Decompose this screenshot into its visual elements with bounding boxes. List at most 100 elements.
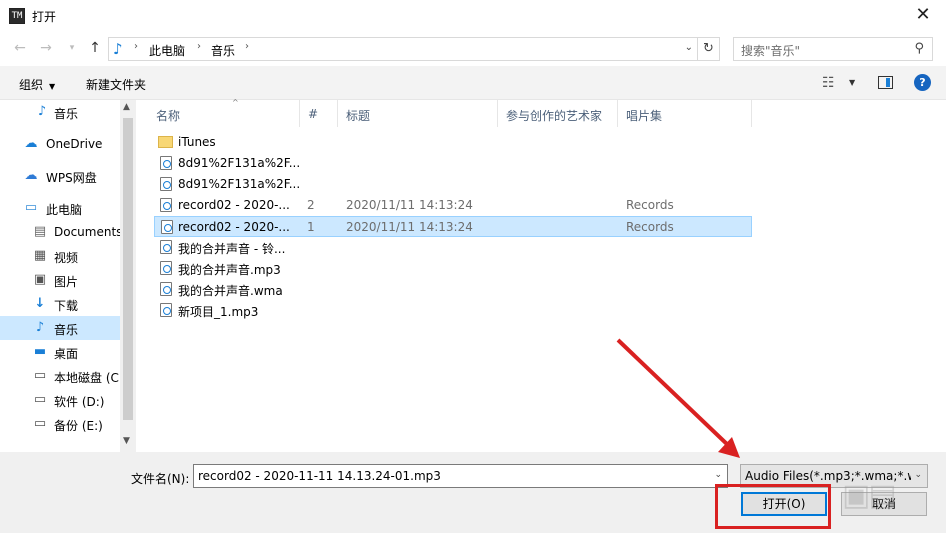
scroll-up-icon[interactable]: ▲ (123, 102, 130, 112)
refresh-icon[interactable]: ↻ (698, 37, 720, 61)
recent-locations-chevron-icon[interactable]: ▾ (62, 38, 82, 58)
audio-file-icon (160, 303, 172, 317)
new-folder-button[interactable]: 新建文件夹 (86, 76, 146, 93)
scrollbar-thumb[interactable] (123, 118, 133, 420)
list-item[interactable]: 新项目_1.mp3 (154, 300, 752, 321)
sidebar-item-drive-d[interactable]: ▭ 软件 (D:) (0, 388, 120, 412)
music-note-icon: ♪ (113, 40, 123, 58)
sidebar-item-label: 本地磁盘 (C (54, 371, 119, 385)
organize-button[interactable]: 组织 ▼ (19, 76, 55, 93)
command-toolbar: 组织 ▼ 新建文件夹 ☷ ▼ ? (0, 66, 946, 100)
file-name: 新项目_1.mp3 (178, 305, 259, 319)
breadcrumb-separator-icon[interactable]: › (197, 41, 201, 52)
sidebar-item-label: 下载 (54, 299, 79, 313)
search-input[interactable]: 搜索"音乐" ⚲ (733, 37, 933, 61)
chevron-down-icon: ▼ (49, 82, 56, 91)
navigation-bar: ← → ▾ ↑ ♪ › 此电脑 › 音乐 › ⌄ ↻ 搜索"音乐" ⚲ (0, 32, 946, 66)
drive-icon: ▭ (33, 368, 47, 383)
annotation-highlight-box (715, 484, 831, 529)
list-item[interactable]: 8d91%2F131a%2F... (154, 153, 752, 174)
column-header-album[interactable]: 唱片集 (618, 100, 752, 127)
help-icon[interactable]: ? (914, 74, 931, 91)
list-item[interactable]: 我的合并声音 - 铃... (154, 237, 752, 258)
column-header-name[interactable]: 名称 ^ (148, 98, 300, 127)
app-icon: TM (9, 8, 25, 24)
address-dropdown-icon[interactable]: ⌄ (685, 42, 693, 53)
sidebar-item-label: 音乐 (54, 107, 79, 121)
address-bar[interactable]: ♪ › 此电脑 › 音乐 › ⌄ (108, 37, 698, 61)
document-icon: ▤ (33, 224, 47, 239)
music-note-icon: ♪ (37, 104, 47, 119)
preview-pane-icon[interactable] (878, 76, 893, 89)
cloud-icon: ☁ (24, 136, 38, 151)
back-arrow-icon[interactable]: ← (10, 38, 30, 58)
sidebar-item-videos[interactable]: ▦ 视频 (0, 244, 120, 268)
watermark-logo: ▣▤ (842, 478, 897, 513)
filename-field[interactable]: record02 - 2020-11-11 14.13.24-01.mp3 ⌄ (193, 464, 728, 488)
sidebar-item-label: 视频 (54, 251, 79, 265)
sidebar-item-label: 软件 (D:) (54, 395, 105, 409)
breadcrumb-separator-icon[interactable]: › (134, 41, 138, 52)
sidebar-item-label: 此电脑 (46, 203, 83, 217)
sidebar-item-label: Documents (54, 225, 120, 239)
audio-file-icon (160, 240, 172, 254)
breadcrumb-separator-icon[interactable]: › (245, 41, 249, 52)
list-item[interactable]: 8d91%2F131a%2F... (154, 174, 752, 195)
audio-file-icon (160, 177, 172, 191)
sidebar-item-drive-c[interactable]: ▭ 本地磁盘 (C (0, 364, 120, 388)
column-header-number[interactable]: # (300, 100, 338, 127)
breadcrumb-music[interactable]: 音乐 (211, 42, 235, 59)
sidebar-item-label: 桌面 (54, 347, 79, 361)
sidebar-item-music-quick[interactable]: ♪ 音乐 (0, 100, 120, 124)
sidebar-item-label: OneDrive (46, 137, 103, 151)
sidebar-item-onedrive[interactable]: ☁ OneDrive (0, 132, 120, 156)
scroll-down-icon[interactable]: ▼ (123, 436, 130, 446)
file-name: 我的合并声音.wma (178, 284, 283, 298)
sidebar-item-this-pc[interactable]: ▭ 此电脑 (0, 196, 120, 220)
sidebar-item-drive-e[interactable]: ▭ 备份 (E:) (0, 412, 120, 436)
sidebar-item-label: 图片 (54, 275, 79, 289)
audio-file-icon (160, 156, 172, 170)
close-icon[interactable]: ✕ (900, 0, 946, 32)
list-item-selected[interactable]: record02 - 2020-... 1 2020/11/11 14:13:2… (154, 216, 752, 237)
sidebar-item-wps[interactable]: ☁ WPS网盘 (0, 164, 120, 188)
file-name: 我的合并声音.mp3 (178, 263, 281, 277)
forward-arrow-icon[interactable]: → (36, 38, 56, 58)
up-arrow-icon[interactable]: ↑ (85, 38, 105, 58)
list-item[interactable]: record02 - 2020-... 2 2020/11/11 14:13:2… (154, 195, 752, 216)
file-name: 8d91%2F131a%2F... (178, 156, 301, 170)
file-name: record02 - 2020-... (178, 198, 290, 212)
file-name: 我的合并声音 - 铃... (178, 242, 286, 256)
sidebar-scrollbar[interactable]: ▲ ▼ (120, 100, 136, 452)
list-item[interactable]: 我的合并声音.wma (154, 279, 752, 300)
sidebar-item-downloads[interactable]: ↓ 下载 (0, 292, 120, 316)
sidebar-item-label: 音乐 (54, 323, 79, 337)
column-header-artist[interactable]: 参与创作的艺术家 (498, 100, 618, 127)
sidebar-item-label: WPS网盘 (46, 171, 97, 185)
breadcrumb-this-pc[interactable]: 此电脑 (149, 42, 185, 59)
chevron-down-icon: ⌄ (914, 470, 922, 480)
sidebar-item-label: 备份 (E:) (54, 419, 103, 433)
organize-label: 组织 (19, 78, 44, 92)
search-icon[interactable]: ⚲ (914, 41, 924, 56)
file-title: 2020/11/11 14:13:24 (346, 198, 473, 212)
chevron-down-icon[interactable]: ⌄ (714, 470, 722, 480)
list-item[interactable]: iTunes (154, 132, 752, 153)
filename-label: 文件名(N): (131, 472, 190, 486)
list-item[interactable]: 我的合并声音.mp3 (154, 258, 752, 279)
file-track-number: 1 (307, 220, 315, 234)
file-title: 2020/11/11 14:13:24 (346, 220, 473, 234)
sidebar-item-desktop[interactable]: ▬ 桌面 (0, 340, 120, 364)
title-bar: TM 打开 ✕ (0, 0, 946, 32)
drive-icon: ▭ (33, 416, 47, 431)
chevron-down-icon[interactable]: ▼ (849, 78, 855, 87)
audio-file-icon (160, 282, 172, 296)
file-name: iTunes (178, 135, 216, 149)
file-name: record02 - 2020-... (178, 220, 290, 234)
sidebar-item-documents[interactable]: ▤ Documents (0, 220, 120, 244)
column-header-title[interactable]: 标题 (338, 100, 498, 127)
audio-file-icon (161, 220, 173, 234)
sidebar-item-pictures[interactable]: ▣ 图片 (0, 268, 120, 292)
view-options-icon[interactable]: ☷ (822, 75, 835, 91)
sidebar-item-music[interactable]: ♪ 音乐 (0, 316, 120, 340)
